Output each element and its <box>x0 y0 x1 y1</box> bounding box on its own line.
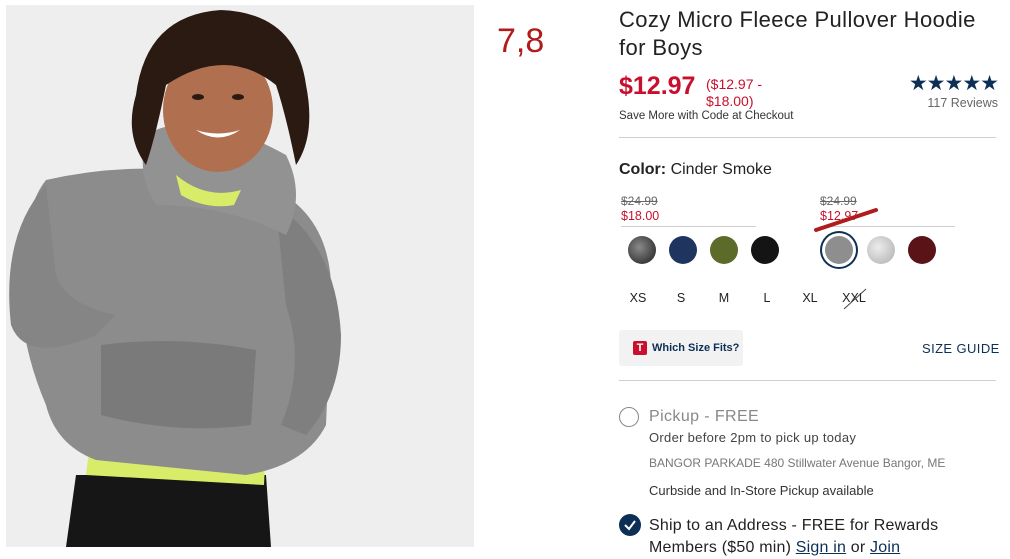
reviews-link[interactable]: 117 Reviews <box>894 96 998 110</box>
ship-to-address: Ship to an Address - FREE for Rewards Me… <box>649 515 979 559</box>
size-xs[interactable]: XS <box>621 291 655 305</box>
product-title: Cozy Micro Fleece Pullover Hoodie for Bo… <box>619 7 976 60</box>
size-s[interactable]: S <box>664 291 698 305</box>
ship-or: or <box>850 539 866 556</box>
divider <box>619 137 996 138</box>
size-guide-link[interactable]: SIZE GUIDE <box>922 341 1000 356</box>
pickup-radio[interactable] <box>619 407 639 427</box>
pickup-title: Pickup - FREE <box>649 408 760 425</box>
size-l[interactable]: L <box>750 291 784 305</box>
swatch-olive[interactable] <box>710 236 738 264</box>
true-fit-logo-icon: T <box>633 341 647 355</box>
store-address: 480 Stillwater Avenue <box>764 456 880 470</box>
checkmark-icon <box>624 520 636 531</box>
unavailable-slash-icon <box>843 288 867 310</box>
annotation-strike-mark <box>814 208 878 232</box>
store-city: Bangor, ME <box>882 456 946 470</box>
boy-hoodie-illustration <box>6 5 474 547</box>
sign-in-link[interactable]: Sign in <box>796 539 846 556</box>
swatch-light-heather[interactable] <box>867 236 895 264</box>
swatch-black[interactable] <box>751 236 779 264</box>
join-link[interactable]: Join <box>870 539 900 556</box>
store-name[interactable]: BANGOR PARKADE <box>649 456 761 470</box>
annotation-number: 7,8 <box>497 22 545 60</box>
price-group-regular: $24.99 $18.00 <box>621 194 756 227</box>
swatch-navy[interactable] <box>669 236 697 264</box>
ship-radio-selected[interactable] <box>619 514 641 536</box>
current-price: $12.97 <box>619 72 696 100</box>
swatch-charcoal-camo[interactable] <box>628 236 656 264</box>
which-size-label: Which Size Fits? <box>652 342 740 354</box>
was-price: $24.99 <box>621 194 658 208</box>
star-rating-icon: ★★★★★ <box>908 72 999 95</box>
size-xl[interactable]: XL <box>793 291 827 305</box>
price-range: ($12.97 - $18.00) <box>706 76 763 109</box>
which-size-fits-button[interactable]: T Which Size Fits? <box>619 330 743 366</box>
product-image <box>6 5 474 547</box>
size-m[interactable]: M <box>707 291 741 305</box>
color-value: Cinder Smoke <box>670 161 772 178</box>
color-label: Color: <box>619 161 667 178</box>
swatch-cinder-smoke[interactable] <box>825 236 853 264</box>
save-note: Save More with Code at Checkout <box>619 110 794 122</box>
curbside-note: Curbside and In-Store Pickup available <box>649 483 874 498</box>
store-info: BANGOR PARKADE 480 Stillwater Avenue Ban… <box>649 456 945 470</box>
divider <box>619 380 996 381</box>
sale-price: $18.00 <box>621 209 660 223</box>
rating[interactable]: ★★★★★ 117 Reviews <box>894 72 999 111</box>
swatch-burgundy[interactable] <box>908 236 936 264</box>
color-label-row: Color: Cinder Smoke <box>619 161 772 179</box>
pickup-subtitle: Order before 2pm to pick up today <box>649 430 857 445</box>
